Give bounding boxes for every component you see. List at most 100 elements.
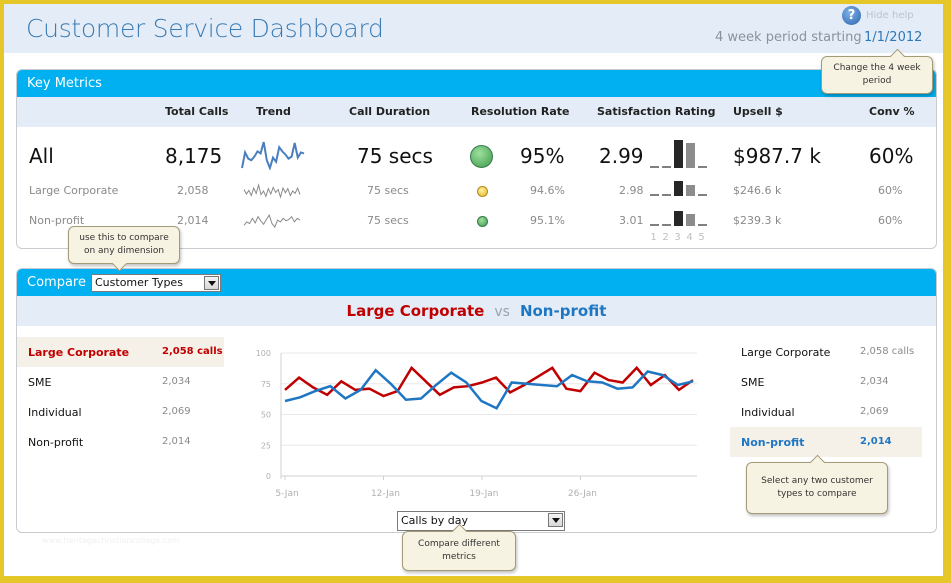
customer-type-item[interactable]: SME 2,034 [17,367,224,397]
compare-dimension-value: Customer Types [95,276,183,289]
customer-type-calls: 2,014 [162,436,191,447]
tooltip-text: Select any two customer types to compare [761,476,873,499]
key-metrics-header-row: Total Calls Trend Call Duration Resoluti… [17,97,936,127]
resolution-rate: 95% [520,144,565,168]
conversion: 60% [869,144,914,168]
total-calls: 2,014 [177,214,209,227]
trend-sparkline [243,213,301,228]
resolution-rate: 95.1% [530,214,565,227]
satisfaction-histogram [650,181,707,196]
series-line-large-corporate [284,365,694,398]
metrics-row-large-corporate: Large Corporate 2,058 75 secs 94.6% 2.98… [17,181,936,201]
rating-scale-label: 1 [650,232,657,243]
rating-scale-label: 3 [674,232,681,243]
histogram-bar [650,166,659,168]
histogram-bar [650,224,659,226]
tooltip-period: Change the 4 week period [821,56,933,94]
customer-type-calls: 2,014 [860,436,892,447]
metrics-row-all: All 8,175 75 secs 95% 2.99 $987.7 k 60% [17,140,936,170]
customer-type-name: Large Corporate [28,346,130,359]
customer-type-item[interactable]: Individual 2,069 [730,397,922,427]
histogram-bar [662,166,671,168]
y-tick-label: 100 [256,349,271,358]
tooltip-text: use this to compare on any dimension [79,233,169,256]
histogram-bar [662,224,671,226]
y-tick-label: 25 [261,441,271,450]
x-tick-label: 5-Jan [275,489,298,499]
chevron-down-icon[interactable] [204,276,219,290]
histogram-bar [662,194,671,196]
trend-sparkline [241,141,305,170]
histogram-bar [686,143,695,168]
total-calls: 8,175 [165,144,223,168]
vs-label: vs [494,304,510,320]
customer-type-item[interactable]: Large Corporate 2,058 calls [17,337,224,367]
status-indicator-green [477,216,488,227]
customer-type-name: SME [28,376,52,389]
satisfaction-histogram [650,211,707,226]
compare-dimension-select[interactable]: Customer Types [91,274,221,292]
y-tick-label: 50 [261,411,271,420]
rating-scale-label: 5 [698,232,705,243]
customer-type-name: SME [741,376,765,389]
key-metrics-panel: Key Metrics Total Calls Trend Call Durat… [16,69,937,249]
customer-type-item[interactable]: Large Corporate 2,058 calls [730,337,922,367]
tooltip-text: Change the 4 week period [833,63,921,86]
sparkline-path [243,213,301,228]
dashboard-frame: Customer Service Dashboard ? Hide help 4… [4,4,943,576]
col-total-calls: Total Calls [165,105,229,118]
customer-type-item[interactable]: Non-profit 2,014 [17,427,224,457]
x-tick-label: 12-Jan [371,489,400,499]
chevron-down-icon[interactable] [548,513,563,527]
col-call-duration: Call Duration [349,105,431,118]
col-resolution-rate: Resolution Rate [471,105,570,118]
customer-type-name: Individual [28,406,82,419]
hide-help-label[interactable]: Hide help [866,10,914,21]
resolution-rate: 94.6% [530,184,565,197]
tooltip-text: Compare different metrics [418,539,500,562]
upsell: $246.6 k [733,184,782,197]
customer-type-calls: 2,069 [162,406,191,417]
histogram-bar [698,224,707,226]
customer-type-item[interactable]: Non-profit 2,014 [730,427,922,457]
metric-select[interactable]: Calls by day [397,511,565,531]
customer-type-calls: 2,034 [860,376,889,387]
total-calls: 2,058 [177,184,209,197]
trend-sparkline [243,183,301,199]
customer-type-calls: 2,034 [162,376,191,387]
customer-type-name: Individual [741,406,795,419]
histogram-bar [698,166,707,168]
status-indicator-yellow [477,186,488,197]
conversion: 60% [878,214,903,227]
histogram-bar [698,194,707,196]
customer-type-name: Large Corporate [741,346,831,359]
rating-scale-label: 4 [686,232,693,243]
call-duration: 75 secs [367,214,409,227]
tooltip-select-types: Select any two customer types to compare [746,462,888,514]
x-tick-label: 19-Jan [469,489,498,499]
rating-scale: 12345 [649,232,706,243]
hide-help-toggle[interactable]: ? Hide help [842,6,914,25]
satisfaction-rating: 2.98 [619,184,644,197]
customer-type-item[interactable]: Individual 2,069 [17,397,224,427]
histogram-bar [674,181,683,196]
header: Customer Service Dashboard ? Hide help 4… [4,4,943,53]
row-name: All [29,144,54,168]
customer-type-calls: 2,069 [860,406,889,417]
help-icon[interactable]: ? [842,6,861,25]
conversion: 60% [878,184,903,197]
series-b-label: Non-profit [519,302,607,320]
histogram-bar [686,185,695,196]
y-tick-label: 75 [261,380,271,389]
upsell: $239.3 k [733,214,782,227]
col-upsell: Upsell $ [733,105,783,118]
customer-type-item[interactable]: SME 2,034 [730,367,922,397]
sparkline-path [241,141,305,170]
watermark: www.heritagechristiancollege.com [42,536,180,545]
tooltip-metrics: Compare different metrics [402,531,516,571]
period-label: 4 week period starting [715,30,862,45]
y-tick-label: 0 [266,472,271,481]
period-date[interactable]: 1/1/2012 [864,30,922,45]
customer-type-name: Non-profit [741,436,805,449]
customer-type-calls: 2,058 calls [162,346,223,357]
